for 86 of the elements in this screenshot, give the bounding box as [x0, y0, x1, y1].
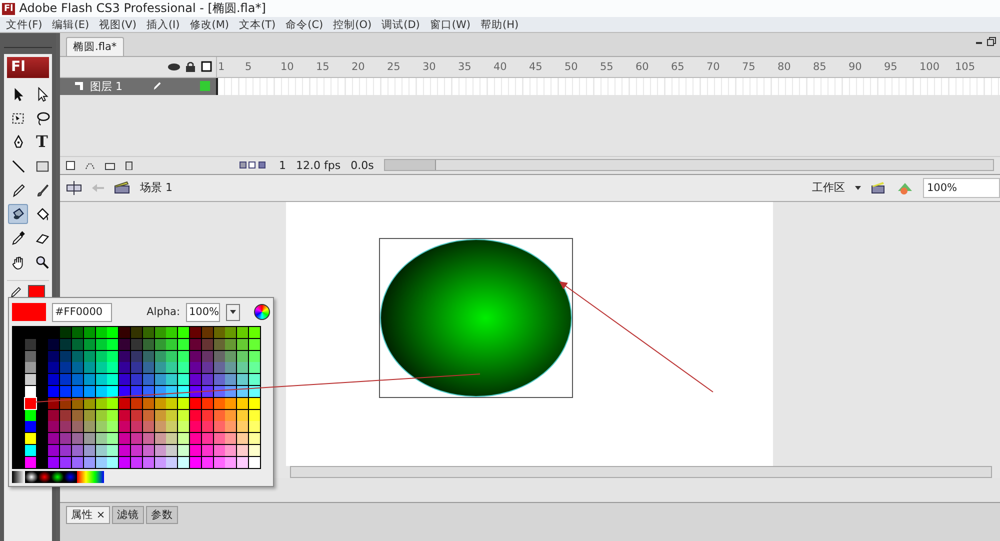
guide-layer-icon[interactable]	[85, 160, 95, 170]
caret-icon	[855, 186, 861, 190]
alpha-field[interactable]: 100%	[186, 302, 220, 322]
frame-number: 45	[529, 60, 544, 73]
menu-item[interactable]: 视图(V)	[99, 18, 136, 32]
transform-icon	[10, 110, 26, 126]
eye-icon[interactable]	[168, 62, 180, 71]
frame-number: 95	[884, 60, 898, 73]
new-layer-icon[interactable]	[66, 160, 75, 170]
app-logo: Fl	[7, 57, 49, 78]
app-logo: Fl	[2, 2, 16, 14]
layer-icon	[74, 81, 84, 92]
menu-item[interactable]: 命令(C)	[286, 18, 324, 32]
scene-icon	[114, 181, 130, 194]
text-tool-glyph: T	[36, 134, 48, 150]
swatch-grid[interactable]	[12, 326, 261, 469]
hand-icon	[10, 254, 26, 270]
frame-number: 30	[422, 60, 437, 73]
panel-tab[interactable]: 属性 ×	[66, 506, 110, 524]
zoom-field[interactable]: 100%	[923, 178, 1000, 198]
menu-item[interactable]: 调试(D)	[382, 18, 420, 32]
eyedropper-icon	[10, 230, 26, 246]
frame-number: 60	[636, 60, 650, 73]
rectangle-icon	[34, 158, 50, 174]
frame-number: 1	[217, 60, 226, 73]
search-icon	[34, 254, 50, 270]
scrollbar[interactable]	[290, 466, 992, 478]
frame-rate: 12.0 fps	[296, 158, 341, 172]
frame-number: 85	[813, 60, 828, 73]
lock-icon[interactable]	[186, 62, 195, 72]
menu-item[interactable]: 文件(F)	[6, 18, 42, 32]
frame-number: 75	[742, 60, 756, 73]
layer-row[interactable]: 图层 1	[60, 78, 216, 95]
trash-icon[interactable]	[125, 160, 133, 170]
brush-icon	[34, 182, 50, 198]
panel-tab[interactable]: 滤镜	[112, 506, 144, 524]
menu-item[interactable]: 控制(O)	[333, 18, 372, 32]
frame-number: 15	[316, 60, 330, 73]
scrollbar[interactable]	[384, 159, 994, 172]
gradient-swatches[interactable]	[12, 470, 104, 483]
frame-number: 5	[245, 60, 253, 73]
dropdown-button[interactable]	[226, 304, 240, 320]
scene-name: 场景 1	[140, 180, 172, 196]
frame-number: 10	[280, 60, 295, 73]
paint-bucket-icon	[34, 206, 50, 222]
color-wheel-button[interactable]	[254, 304, 270, 320]
outline-icon[interactable]	[201, 61, 212, 72]
frame-number: 20	[352, 60, 366, 73]
ink-bottle-icon	[10, 206, 26, 222]
frame-number: 55	[600, 60, 614, 73]
restore-icon[interactable]	[987, 37, 996, 46]
edit-scene-icon[interactable]	[871, 181, 887, 194]
frame-number: 65	[671, 60, 686, 73]
hex-field[interactable]: #FF0000	[52, 302, 112, 322]
panel-tab[interactable]: 参数	[146, 506, 178, 524]
timeline-toggle-icon[interactable]	[66, 180, 82, 195]
frame-number: 100	[920, 60, 941, 73]
menu-item[interactable]: 文本(T)	[239, 18, 276, 32]
frame-number: 70	[706, 60, 721, 73]
frame-number: 50	[564, 60, 579, 73]
frame-number: 105	[955, 60, 976, 73]
menu-item[interactable]: 插入(I)	[146, 18, 180, 32]
elapsed-time: 0.0s	[350, 158, 374, 172]
pencil-icon	[10, 182, 26, 198]
tool-button[interactable]	[8, 204, 28, 224]
workspace-menu[interactable]: 工作区	[812, 180, 845, 196]
frame-number: 40	[494, 60, 508, 73]
menu-item[interactable]: 编辑(E)	[52, 18, 90, 32]
pencil-icon	[152, 81, 162, 92]
line-icon	[10, 158, 26, 174]
frame-number: 25	[387, 60, 402, 73]
frame-number: 90	[848, 60, 863, 73]
menu-item[interactable]: 帮助(H)	[480, 18, 519, 32]
window-title: Adobe Flash CS3 Professional - [椭圆.fla*]	[19, 0, 266, 17]
layer-name: 图层 1	[90, 78, 122, 94]
folder-icon[interactable]	[105, 160, 115, 170]
menu-item[interactable]: 窗口(W)	[430, 18, 470, 32]
lasso-icon	[34, 110, 50, 126]
frame-number: 80	[778, 60, 792, 73]
caret-icon	[230, 310, 236, 314]
document-tab[interactable]: 椭圆.fla*	[66, 36, 124, 56]
tool-button[interactable]: T	[32, 132, 52, 152]
menu-item[interactable]: 修改(M)	[190, 18, 230, 32]
alpha-label: Alpha:	[146, 306, 180, 318]
current-frame: 1	[279, 158, 286, 172]
frame-number: 35	[458, 60, 472, 73]
